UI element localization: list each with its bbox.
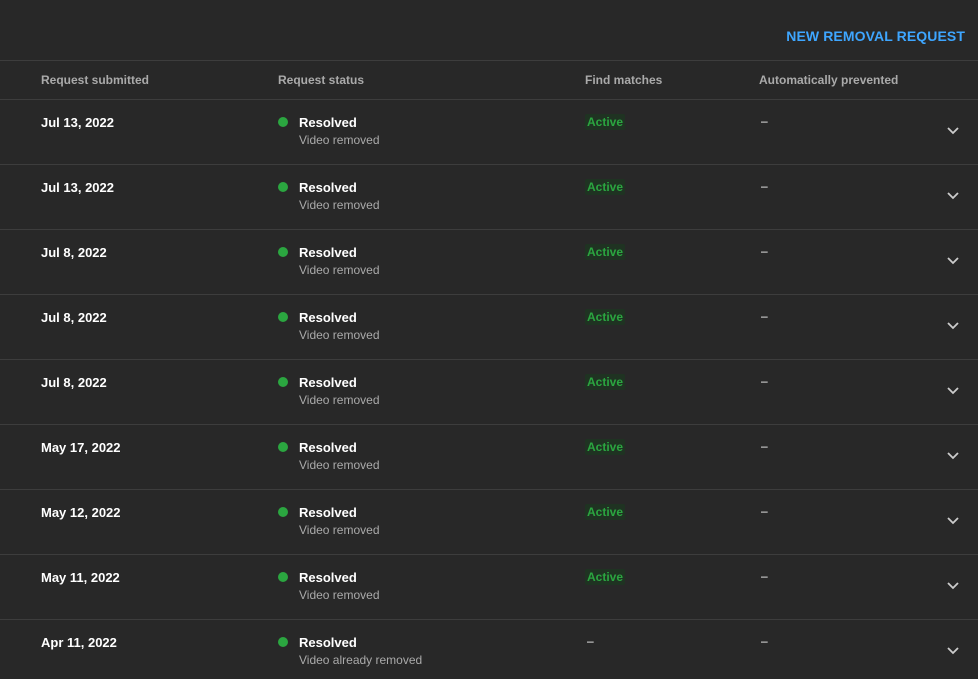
request-status-detail: Video removed bbox=[299, 588, 380, 602]
request-status: Resolved bbox=[299, 245, 357, 260]
chevron-down-icon[interactable] bbox=[945, 515, 961, 527]
find-matches-value: – bbox=[587, 634, 594, 648]
find-matches-badge: Active bbox=[585, 114, 626, 130]
table-row[interactable]: Apr 11, 2022 Resolved Video already remove… bbox=[0, 620, 978, 679]
request-status-detail: Video removed bbox=[299, 458, 380, 472]
toolbar: NEW REMOVAL REQUEST bbox=[0, 0, 978, 61]
column-header-find-matches: Find matches bbox=[585, 73, 663, 87]
table-row[interactable]: Jul 8, 2022 Resolved Video removed Active – bbox=[0, 230, 978, 295]
find-matches-badge: Active bbox=[585, 244, 626, 260]
chevron-down-icon[interactable] bbox=[945, 580, 961, 592]
automatically-prevented-value: – bbox=[761, 374, 768, 388]
request-submitted-date: Jul 13, 2022 bbox=[41, 180, 114, 195]
automatically-prevented-value: – bbox=[761, 244, 768, 258]
removal-requests-page: NEW REMOVAL REQUEST Request submitted Re… bbox=[0, 0, 978, 679]
status-dot-icon bbox=[278, 377, 288, 387]
request-status-detail: Video removed bbox=[299, 198, 380, 212]
automatically-prevented-value: – bbox=[761, 114, 768, 128]
request-submitted-date: May 11, 2022 bbox=[41, 570, 120, 585]
automatically-prevented-value: – bbox=[761, 179, 768, 193]
status-dot-icon bbox=[278, 117, 288, 127]
table-body: Jul 13, 2022 Resolved Video removed Active –… bbox=[0, 100, 978, 679]
status-dot-icon bbox=[278, 507, 288, 517]
table-row[interactable]: May 12, 2022 Resolved Video removed Active – bbox=[0, 490, 978, 555]
automatically-prevented-value: – bbox=[761, 504, 768, 518]
table-row[interactable]: Jul 13, 2022 Resolved Video removed Active – bbox=[0, 165, 978, 230]
table-row[interactable]: Jul 8, 2022 Resolved Video removed Active – bbox=[0, 360, 978, 425]
request-status: Resolved bbox=[299, 375, 357, 390]
request-status: Resolved bbox=[299, 505, 357, 520]
request-status-detail: Video already removed bbox=[299, 653, 423, 667]
request-status-detail: Video removed bbox=[299, 523, 380, 537]
chevron-down-icon[interactable] bbox=[945, 190, 961, 202]
chevron-down-icon[interactable] bbox=[945, 125, 961, 137]
find-matches-badge: Active bbox=[585, 179, 626, 195]
automatically-prevented-value: – bbox=[761, 569, 768, 583]
automatically-prevented-value: – bbox=[761, 439, 768, 453]
request-submitted-date: Jul 8, 2022 bbox=[41, 375, 107, 390]
automatically-prevented-value: – bbox=[761, 634, 768, 648]
column-header-request-submitted: Request submitted bbox=[41, 73, 150, 87]
table-row[interactable]: May 17, 2022 Resolved Video removed Active – bbox=[0, 425, 978, 490]
new-removal-request-button[interactable]: NEW REMOVAL REQUEST bbox=[786, 28, 965, 44]
table-row[interactable]: May 11, 2022 Resolved Video removed Active – bbox=[0, 555, 978, 620]
find-matches-badge: Active bbox=[585, 374, 626, 390]
chevron-down-icon[interactable] bbox=[945, 645, 961, 657]
automatically-prevented-value: – bbox=[761, 309, 768, 323]
request-submitted-date: Jul 8, 2022 bbox=[41, 245, 107, 260]
status-dot-icon bbox=[278, 442, 288, 452]
find-matches-badge: Active bbox=[585, 569, 626, 585]
request-status: Resolved bbox=[299, 440, 357, 455]
status-dot-icon bbox=[278, 637, 288, 647]
request-status-detail: Video removed bbox=[299, 393, 380, 407]
find-matches-badge: Active bbox=[585, 439, 626, 455]
find-matches-badge: Active bbox=[585, 309, 626, 325]
chevron-down-icon[interactable] bbox=[945, 450, 961, 462]
table-row[interactable]: Jul 13, 2022 Resolved Video removed Active – bbox=[0, 100, 978, 165]
request-status: Resolved bbox=[299, 635, 357, 650]
table-header: Request submitted Request status Find ma… bbox=[0, 61, 978, 100]
chevron-down-icon[interactable] bbox=[945, 385, 961, 397]
column-header-automatically-prevented: Automatically prevented bbox=[759, 73, 899, 87]
request-status-detail: Video removed bbox=[299, 133, 380, 147]
request-status: Resolved bbox=[299, 115, 357, 130]
request-status: Resolved bbox=[299, 570, 357, 585]
status-dot-icon bbox=[278, 312, 288, 322]
request-submitted-date: Jul 8, 2022 bbox=[41, 310, 107, 325]
table-row[interactable]: Jul 8, 2022 Resolved Video removed Active – bbox=[0, 295, 978, 360]
chevron-down-icon[interactable] bbox=[945, 320, 961, 332]
column-header-request-status: Request status bbox=[278, 73, 365, 87]
request-status: Resolved bbox=[299, 310, 357, 325]
status-dot-icon bbox=[278, 572, 288, 582]
request-submitted-date: May 12, 2022 bbox=[41, 505, 121, 520]
chevron-down-icon[interactable] bbox=[945, 255, 961, 267]
request-submitted-date: Apr 11, 2022 bbox=[41, 635, 117, 650]
request-status-detail: Video removed bbox=[299, 328, 380, 342]
find-matches-badge: Active bbox=[585, 504, 626, 520]
status-dot-icon bbox=[278, 182, 288, 192]
status-dot-icon bbox=[278, 247, 288, 257]
request-status-detail: Video removed bbox=[299, 263, 380, 277]
request-status: Resolved bbox=[299, 180, 357, 195]
request-submitted-date: May 17, 2022 bbox=[41, 440, 121, 455]
request-submitted-date: Jul 13, 2022 bbox=[41, 115, 114, 130]
